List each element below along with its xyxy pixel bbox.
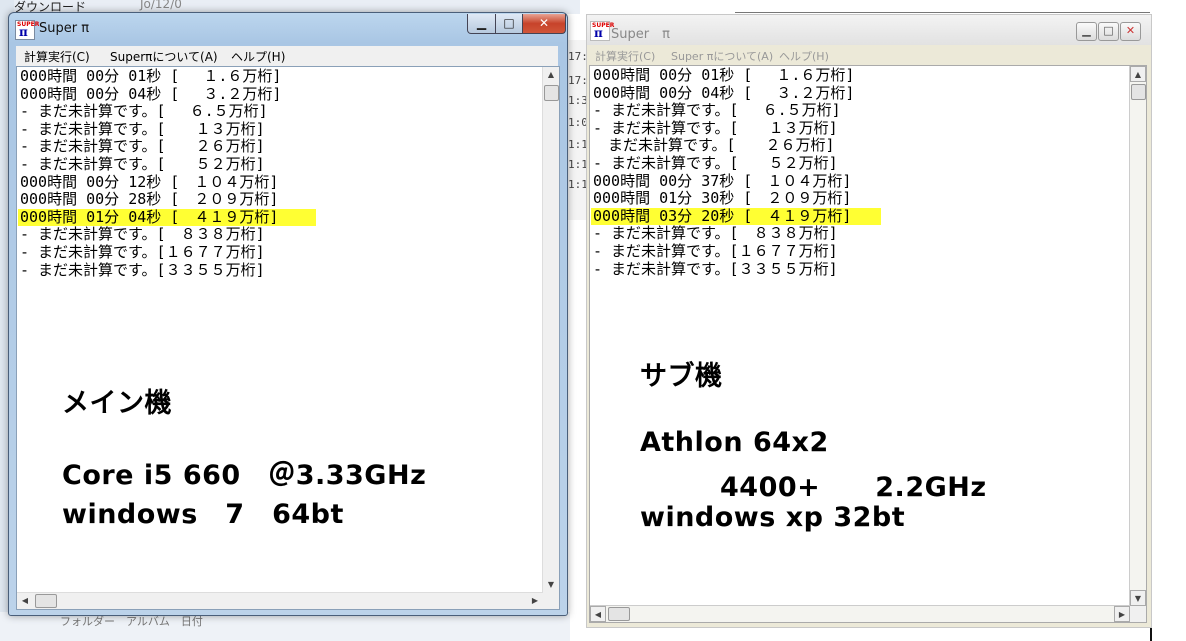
result-row: 000時間 00分 28秒 [ ２０９万桁] xyxy=(20,190,279,209)
result-row-highlighted: 000時間 03分 20秒 [ ４１９万桁] xyxy=(591,207,881,226)
result-row: - まだ未計算です。[ ６.５万桁] xyxy=(593,101,841,120)
results-pane: 000時間 00分 01秒 [ １.６万桁] 000時間 00分 04秒 [ ３… xyxy=(589,65,1147,623)
background-time: 17: xyxy=(568,74,588,87)
horizontal-scrollbar[interactable]: ◀ ▶ xyxy=(590,605,1130,622)
menu-bar: 計算実行(C) Superπについて(A) ヘルプ(H) xyxy=(16,46,558,66)
result-row: - まだ未計算です。[ １３万桁] xyxy=(593,118,838,137)
scroll-left-arrow-icon[interactable]: ◀ xyxy=(17,593,33,609)
scrollbar-corner xyxy=(543,593,559,609)
scroll-right-arrow-icon[interactable]: ▶ xyxy=(527,593,543,609)
vertical-scrollbar[interactable]: ▲ ▼ xyxy=(1129,66,1146,606)
background-divider xyxy=(735,12,1150,13)
minimize-button[interactable]: ▁ xyxy=(467,14,496,34)
scroll-down-arrow-icon[interactable]: ▼ xyxy=(1130,590,1146,606)
result-row: - まだ未計算です。[ ５２万桁] xyxy=(20,154,265,173)
result-row: まだ未計算です。[ ２６万桁] xyxy=(593,136,835,155)
pi-icon: π xyxy=(19,25,28,39)
sub-superpi-window[interactable]: SUPER π Super π ▁ □ ✕ 計算実行(C) Super πについ… xyxy=(586,14,1152,628)
title-bar: SUPER π Super π ▁ □ ✕ xyxy=(587,15,1151,45)
result-row: - まだ未計算です。[ ５２万桁] xyxy=(593,153,838,172)
result-row: 000時間 00分 01秒 [ １.６万桁] xyxy=(20,67,282,85)
menu-item-help[interactable]: ヘルプ(H) xyxy=(779,48,829,64)
menu-item-calculate[interactable]: 計算実行(C) xyxy=(595,48,655,64)
results-list: 000時間 00分 01秒 [ １.６万桁] 000時間 00分 04秒 [ ３… xyxy=(591,66,881,278)
horizontal-scrollbar[interactable]: ◀ ▶ xyxy=(17,592,543,609)
scroll-right-arrow-icon[interactable]: ▶ xyxy=(1114,606,1130,622)
result-row: 000時間 00分 04秒 [ ３.２万桁] xyxy=(20,84,282,103)
result-row: - まだ未計算です。[３３５５万桁] xyxy=(593,259,838,278)
menu-item-about[interactable]: Superπについて(A) xyxy=(110,48,218,65)
maximize-button[interactable]: □ xyxy=(1098,22,1119,41)
window-title: Super π xyxy=(611,27,670,42)
superpi-app-icon: SUPER π xyxy=(15,20,39,40)
main-machine-label: メイン機 xyxy=(62,388,172,419)
maximize-button[interactable]: □ xyxy=(495,14,523,34)
result-row: 000時間 00分 04秒 [ ３.２万桁] xyxy=(593,83,855,102)
background-time: 17: xyxy=(568,50,588,63)
background-time-column: 17: 17: 1:3 1:0 1:1 1:1 1:1 xyxy=(565,40,588,220)
vertical-scrollbar[interactable]: ▲ ▼ xyxy=(542,67,559,593)
close-button[interactable]: ✕ xyxy=(1120,22,1141,41)
pi-icon: π xyxy=(594,26,603,40)
scrollbar-corner xyxy=(1130,606,1146,622)
main-cpu-label: Core i5 660 ＠3.33GHz xyxy=(62,460,427,491)
result-row: 000時間 00分 12秒 [ １０４万桁] xyxy=(20,172,279,191)
result-row: - まだ未計算です。[ ８３８万桁] xyxy=(20,225,265,244)
background-time: 1:1 xyxy=(568,158,588,171)
scroll-thumb[interactable] xyxy=(35,594,57,608)
minimize-button[interactable]: ▁ xyxy=(1076,22,1097,41)
results-list: 000時間 00分 01秒 [ １.６万桁] 000時間 00分 04秒 [ ３… xyxy=(18,67,316,279)
sub-cpu-label: Athlon 64x2 xyxy=(640,427,829,458)
result-row: - まだ未計算です。[ １３万桁] xyxy=(20,119,265,138)
scroll-thumb[interactable] xyxy=(1131,84,1146,100)
sub-machine-label: サブ機 xyxy=(640,361,723,392)
background-time: 1:1 xyxy=(568,138,588,151)
result-row: - まだ未計算です。[ ２６万桁] xyxy=(20,137,265,156)
menu-bar: 計算実行(C) Super πについて(A) ヘルプ(H) xyxy=(587,45,1151,65)
scroll-up-arrow-icon[interactable]: ▲ xyxy=(543,67,559,83)
background-date-label: Jo/12/0 xyxy=(140,0,182,11)
scroll-down-arrow-icon[interactable]: ▼ xyxy=(543,577,559,593)
menu-item-calculate[interactable]: 計算実行(C) xyxy=(24,48,90,65)
result-row: - まだ未計算です。[ ６.５万桁] xyxy=(20,102,268,121)
superpi-app-icon: SUPER π xyxy=(590,21,614,41)
background-time: 1:3 xyxy=(568,94,588,107)
result-row: - まだ未計算です。[１６７７万桁] xyxy=(593,241,838,260)
close-button[interactable]: ✕ xyxy=(522,14,566,34)
result-row: 000時間 00分 37秒 [ １０４万桁] xyxy=(593,171,852,190)
result-row: 000時間 00分 01秒 [ １.６万桁] xyxy=(593,66,855,84)
background-time: 1:1 xyxy=(568,178,588,191)
result-row: 000時間 01分 30秒 [ ２０９万桁] xyxy=(593,189,852,208)
result-row-highlighted: 000時間 01分 04秒 [ ４１９万桁] xyxy=(18,208,316,227)
main-os-label: windows 7 64bt xyxy=(62,499,344,530)
sub-os-label: windows xp 32bt xyxy=(640,502,906,533)
scroll-up-arrow-icon[interactable]: ▲ xyxy=(1130,66,1146,82)
menu-item-help[interactable]: ヘルプ(H) xyxy=(231,48,285,65)
menu-item-about[interactable]: Super πについて(A) xyxy=(671,48,773,64)
result-row: - まだ未計算です。[１６７７万桁] xyxy=(20,242,265,261)
scroll-thumb[interactable] xyxy=(608,607,630,621)
scroll-left-arrow-icon[interactable]: ◀ xyxy=(590,606,606,622)
scroll-thumb[interactable] xyxy=(544,85,559,101)
background-time: 1:0 xyxy=(568,116,588,129)
sub-clock-label: 4400+ 2.2GHz xyxy=(720,472,987,503)
result-row: - まだ未計算です。[ ８３８万桁] xyxy=(593,224,838,243)
result-row: - まだ未計算です。[３３５５万桁] xyxy=(20,260,265,279)
window-title: Super π xyxy=(39,21,90,36)
